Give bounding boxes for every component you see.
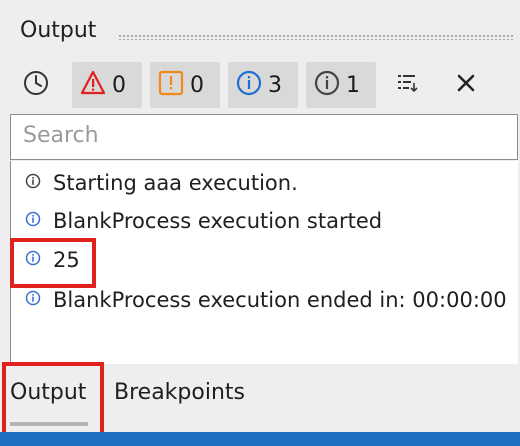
warning-filter-button[interactable]: 0 [150,62,220,108]
log-entry[interactable]: BlankProcess execution started [25,206,382,236]
warning-count: 0 [190,72,204,98]
highlight-box-output-tab [2,362,104,438]
panel-title: Output [20,18,97,43]
trace-level-icon [25,173,41,193]
info-filter-button[interactable]: 3 [228,62,298,108]
status-bar [0,432,520,446]
search-input[interactable] [11,115,515,156]
output-toolbar: 0 0 3 1 [0,62,520,110]
log-message: BlankProcess execution ended in: 00:00:0… [53,288,507,312]
log-message: BlankProcess execution started [53,209,383,233]
tab-breakpoints[interactable]: Breakpoints [114,380,245,405]
trace-count: 1 [346,72,360,98]
clear-output-button[interactable] [446,62,486,108]
log-message: Starting aaa execution. [53,171,298,195]
log-entry[interactable]: Starting aaa execution. [25,168,298,198]
output-panel-header: Output [0,8,520,54]
trace-filter-button[interactable]: 1 [306,62,376,108]
info-level-icon [25,290,41,310]
info-level-icon [25,211,41,231]
list-settings-icon [395,70,421,100]
trace-icon [314,70,340,100]
warning-icon [158,70,184,100]
info-count: 3 [268,72,282,98]
clock-icon [22,69,50,101]
output-settings-button[interactable] [390,62,426,108]
error-count: 0 [112,72,126,98]
info-icon [236,70,262,100]
drag-grip[interactable] [118,34,514,40]
highlight-box-log-value [10,238,96,288]
log-entry[interactable]: BlankProcess execution ended in: 00:00:0… [25,285,507,315]
timestamp-toggle-button[interactable] [16,62,56,108]
error-filter-button[interactable]: 0 [72,62,142,108]
close-icon [454,71,478,99]
search-box [10,114,518,160]
error-icon [80,70,106,100]
